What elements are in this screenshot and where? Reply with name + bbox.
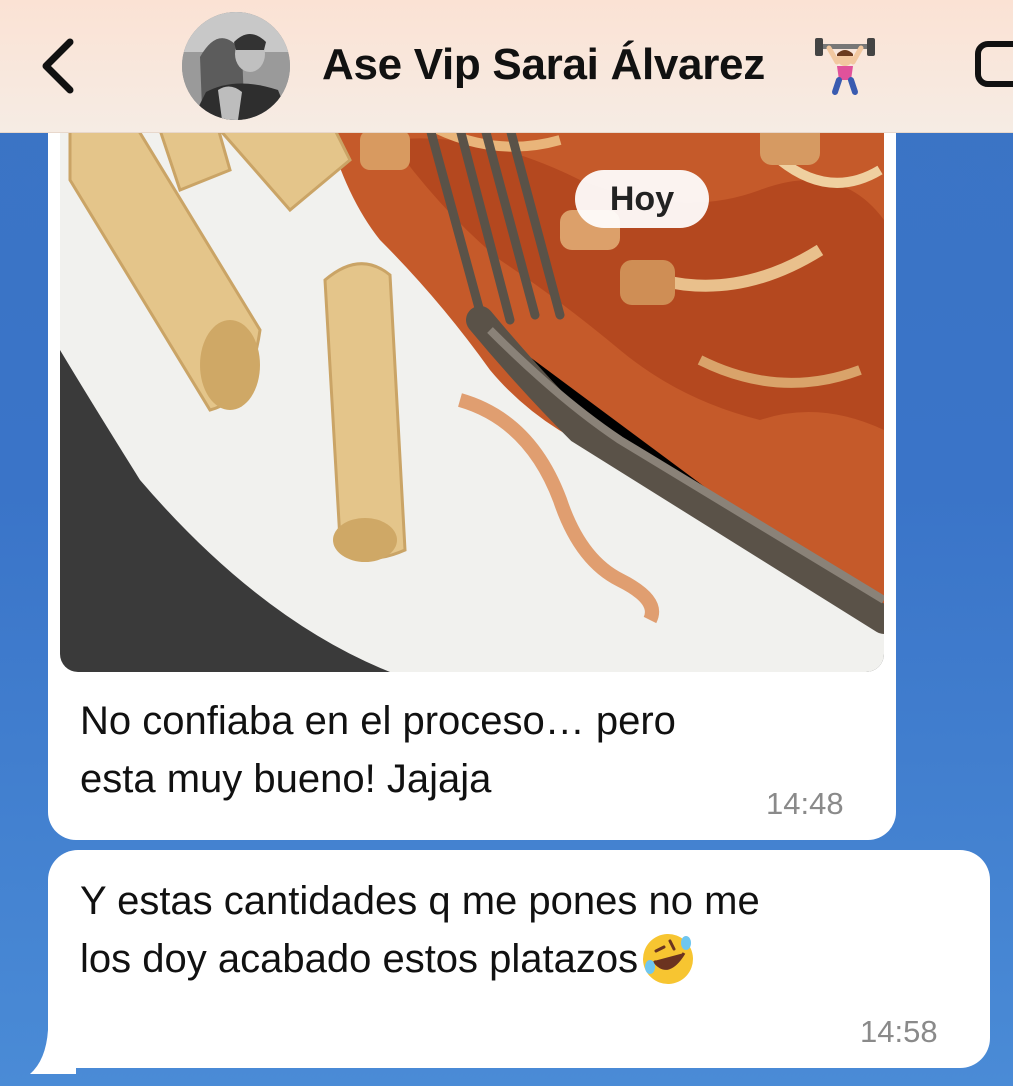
video-call-icon[interactable] — [975, 40, 1013, 88]
message-bubble-text[interactable]: Y estas cantidades q me pones no me los … — [48, 850, 990, 1068]
message-time: 14:48 — [766, 786, 844, 821]
date-separator: Hoy — [575, 170, 709, 228]
avatar[interactable] — [182, 12, 290, 120]
message-bubble-photo[interactable]: No confiaba en el proceso… pero esta muy… — [48, 100, 896, 840]
weightlifter-emoji — [815, 38, 875, 95]
chat-header: Ase Vip Sarai Álvarez — [0, 0, 1013, 133]
message-text: Y estas cantidades q me pones no me los … — [80, 872, 760, 988]
contact-name[interactable]: Ase Vip Sarai Álvarez — [322, 40, 765, 90]
chevron-left-icon[interactable] — [36, 36, 80, 96]
message-time: 14:58 — [860, 1014, 938, 1049]
food-photo[interactable] — [60, 100, 884, 672]
message-text: No confiaba en el proceso… pero esta muy… — [80, 699, 676, 801]
rofl-emoji — [643, 934, 694, 984]
